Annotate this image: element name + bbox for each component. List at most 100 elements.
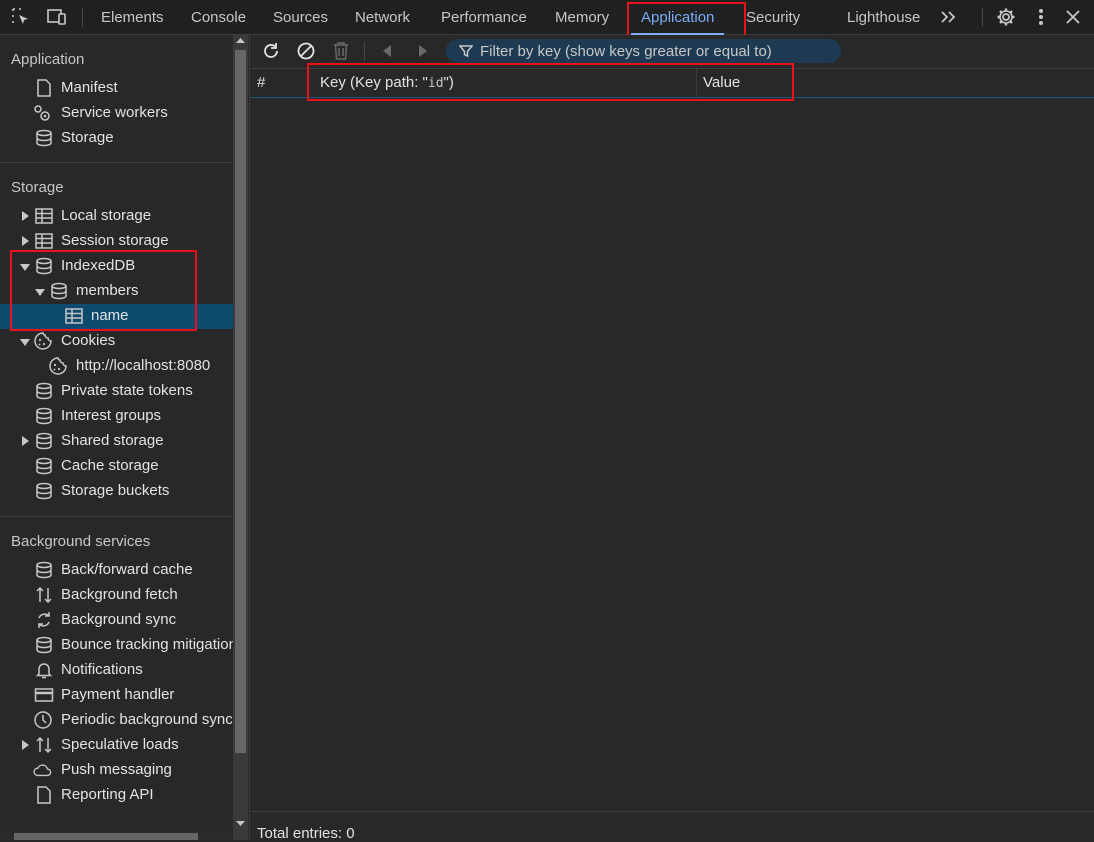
column-header-key[interactable]: Key (Key path: "id") [313, 69, 697, 97]
sidebar-item-cache-storage[interactable]: Cache storage [0, 454, 233, 479]
sidebar-item-service-workers[interactable]: Service workers [0, 101, 233, 126]
cookie-icon [49, 357, 67, 375]
sidebar-item-label: Local storage [61, 207, 152, 224]
sidebar-item-cookie-origin[interactable]: http://localhost:8080 [0, 354, 233, 379]
section-title-application: Application [11, 51, 85, 68]
database-icon [51, 282, 67, 300]
key-header-suffix: ") [443, 74, 454, 91]
tab-separator [982, 8, 983, 27]
sidebar-item-label: name [91, 307, 129, 324]
sidebar-horizontal-scrollbar-thumb[interactable] [14, 833, 198, 840]
sidebar-item-name-store[interactable]: name [0, 304, 233, 329]
sidebar-item-shared-storage[interactable]: Shared storage [0, 429, 233, 454]
sidebar-item-label: IndexedDB [61, 257, 136, 274]
table-icon [35, 208, 53, 224]
sidebar-item-speculative-loads[interactable]: Speculative loads [0, 733, 233, 758]
section-divider [0, 516, 233, 517]
sidebar-item-background-sync[interactable]: Background sync [0, 608, 233, 633]
tab-application[interactable]: Application [630, 0, 725, 35]
sidebar-item-bounce-tracking[interactable]: Bounce tracking mitigations [0, 633, 233, 658]
section-title-background-services: Background services [11, 533, 151, 550]
expand-arrow-icon[interactable] [22, 740, 29, 750]
toolbar-separator [364, 42, 365, 61]
device-toolbar-icon[interactable] [46, 6, 68, 28]
tab-memory[interactable]: Memory [555, 0, 609, 35]
sidebar-item-label: Background fetch [61, 586, 178, 603]
expand-arrow-icon[interactable] [22, 211, 29, 221]
inspect-element-icon[interactable] [10, 6, 32, 28]
total-entries: Total entries: 0 [257, 825, 355, 842]
sidebar-item-members-db[interactable]: members [0, 279, 233, 304]
collapse-arrow-icon[interactable] [20, 264, 30, 271]
settings-gear-icon[interactable] [995, 6, 1017, 28]
sidebar-item-payment-handler[interactable]: Payment handler [0, 683, 233, 708]
expand-arrow-icon[interactable] [22, 436, 29, 446]
document-icon [37, 786, 51, 804]
expand-arrow-icon[interactable] [22, 236, 29, 246]
table-icon [65, 308, 83, 324]
cookie-icon [34, 332, 52, 350]
filter-key-input[interactable] [480, 39, 835, 63]
sidebar-item-label: Cookies [61, 332, 116, 349]
sidebar-item-notifications[interactable]: Notifications [0, 658, 233, 683]
sidebar-item-label: Storage [61, 129, 114, 146]
key-header-prefix: Key (Key path: " [320, 74, 428, 91]
sidebar-item-reporting-api[interactable]: Reporting API [0, 783, 233, 808]
sidebar-item-label: Interest groups [61, 407, 162, 424]
database-icon [36, 482, 52, 500]
tab-performance[interactable]: Performance [441, 0, 527, 35]
sidebar-item-local-storage[interactable]: Local storage [0, 204, 233, 229]
tab-elements[interactable]: Elements [101, 0, 164, 35]
tab-sources[interactable]: Sources [273, 0, 328, 35]
column-header-value[interactable]: Value [696, 69, 1094, 97]
sidebar-item-periodic-background-sync[interactable]: Periodic background sync [0, 708, 233, 733]
sidebar-item-label: Reporting API [61, 786, 154, 803]
sidebar-item-back-forward-cache[interactable]: Back/forward cache [0, 558, 233, 583]
tab-security[interactable]: Security [746, 0, 800, 35]
tab-console[interactable]: Console [191, 0, 246, 35]
close-icon[interactable] [1062, 6, 1084, 28]
scroll-down-icon[interactable] [236, 821, 245, 827]
sidebar-item-cookies[interactable]: Cookies [0, 329, 233, 354]
sidebar-item-label: http://localhost:8080 [76, 357, 211, 374]
sidebar-item-label: Shared storage [61, 432, 164, 449]
section-title-storage: Storage [11, 179, 64, 196]
tab-lighthouse[interactable]: Lighthouse [847, 0, 920, 35]
scroll-up-icon[interactable] [236, 37, 245, 43]
data-view-toolbar [250, 35, 1094, 68]
column-header-index[interactable]: # [250, 69, 309, 97]
database-icon [36, 257, 52, 275]
refresh-icon[interactable] [260, 40, 282, 62]
sidebar-item-label: Private state tokens [61, 382, 193, 399]
sidebar-item-label: Manifest [61, 79, 118, 96]
sidebar-item-background-fetch[interactable]: Background fetch [0, 583, 233, 608]
application-sidebar: Application Manifest Service workers Sto… [0, 35, 233, 840]
tab-network[interactable]: Network [355, 0, 410, 35]
sidebar-item-indexeddb[interactable]: IndexedDB [0, 254, 233, 279]
sidebar-item-session-storage[interactable]: Session storage [0, 229, 233, 254]
more-tabs-icon[interactable] [938, 6, 960, 28]
sidebar-scrollbar-thumb[interactable] [235, 50, 246, 753]
sidebar-item-label: Bounce tracking mitigations [61, 636, 233, 653]
sidebar-item-push-messaging[interactable]: Push messaging [0, 758, 233, 783]
clear-icon[interactable] [295, 40, 317, 62]
sidebar-item-label: Session storage [61, 232, 169, 249]
sidebar-item-private-state-tokens[interactable]: Private state tokens [0, 379, 233, 404]
delete-icon[interactable] [330, 40, 352, 62]
arrows-updown-icon [36, 586, 52, 604]
next-page-icon[interactable] [412, 40, 434, 62]
sidebar-item-storage-buckets[interactable]: Storage buckets [0, 479, 233, 504]
collapse-arrow-icon[interactable] [35, 289, 45, 296]
tab-separator [82, 8, 83, 27]
sidebar-item-manifest[interactable]: Manifest [0, 76, 233, 101]
collapse-arrow-icon[interactable] [20, 339, 30, 346]
previous-page-icon[interactable] [376, 40, 398, 62]
sidebar-item-label: Speculative loads [61, 736, 179, 753]
sidebar-item-interest-groups[interactable]: Interest groups [0, 404, 233, 429]
sidebar-item-label: Service workers [61, 104, 168, 121]
sidebar-item-storage[interactable]: Storage [0, 126, 233, 151]
key-path-value: id [427, 76, 444, 91]
sidebar-item-label: Notifications [61, 661, 143, 678]
sidebar-item-label: Periodic background sync [61, 711, 233, 728]
more-options-icon[interactable] [1030, 6, 1052, 28]
